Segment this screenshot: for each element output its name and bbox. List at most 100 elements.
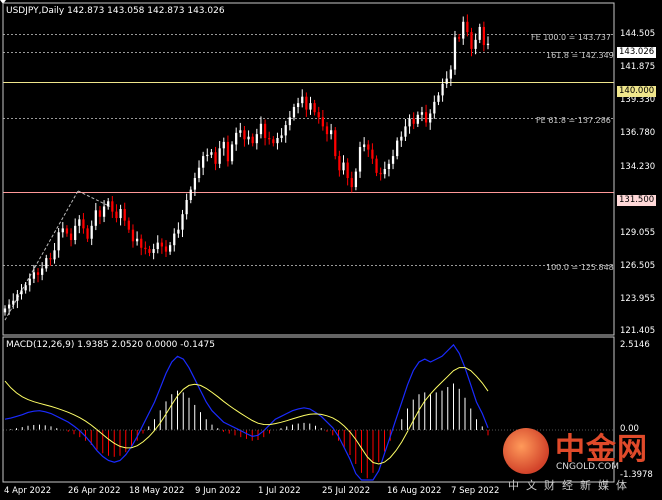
candle-body <box>247 136 250 140</box>
candle-body <box>301 96 304 104</box>
candle-body <box>7 304 11 309</box>
candle-body <box>123 209 126 221</box>
candle-body <box>486 43 490 46</box>
candle-body <box>268 138 271 140</box>
candle-body <box>466 21 469 33</box>
candle-body <box>367 144 370 150</box>
candle-body <box>445 78 448 84</box>
candle-body <box>49 258 52 260</box>
candle-body <box>3 308 7 313</box>
candle-body <box>168 245 172 252</box>
candle-body <box>74 225 77 241</box>
price-tick: 123.955 <box>620 294 656 304</box>
candle-body <box>20 290 23 295</box>
candle-body <box>272 139 275 144</box>
candle-body <box>329 130 333 135</box>
candle-body <box>429 113 432 123</box>
candle-body <box>181 214 184 230</box>
candle-body <box>119 209 122 219</box>
candle-body <box>263 123 267 139</box>
candle-body <box>453 37 457 70</box>
candle-body <box>288 117 291 126</box>
candle-body <box>482 26 486 46</box>
candle-body <box>102 206 106 217</box>
candle-body <box>404 126 407 137</box>
candle-body <box>164 246 168 252</box>
candle-body <box>197 167 201 179</box>
candle-body <box>206 154 209 157</box>
candle-body <box>313 103 316 113</box>
candle-body <box>202 156 205 168</box>
price-tick: 126.505 <box>620 261 656 271</box>
candle-body <box>387 163 391 169</box>
candle-body <box>24 285 27 291</box>
candle-body <box>82 219 85 229</box>
cngold-logo-icon <box>503 428 549 474</box>
candles <box>3 14 490 316</box>
candle-body <box>309 103 312 110</box>
candle-body <box>185 199 188 215</box>
cngold-logo: 中金网 CNGOLD.COM 中文财经新媒体 <box>500 422 660 492</box>
price-tick: 141.875 <box>620 62 656 72</box>
candle-body <box>65 228 69 234</box>
candle-body <box>152 249 155 253</box>
candle-body <box>210 152 213 155</box>
price-tick: 136.780 <box>620 128 656 138</box>
macd-histogram <box>10 383 489 479</box>
candle-body <box>457 37 461 39</box>
candle-body <box>321 117 325 127</box>
time-tick: 7 Sep 2022 <box>451 486 500 496</box>
candle-body <box>78 219 81 226</box>
candle-body <box>156 242 159 250</box>
candle-body <box>424 112 428 123</box>
candle-body <box>396 140 399 157</box>
candle-body <box>144 247 147 250</box>
candle-body <box>412 118 415 124</box>
candle-body <box>90 225 93 239</box>
candle-body <box>239 130 242 133</box>
candle-body <box>342 162 345 171</box>
level-131-tag: 131.500 <box>617 195 657 206</box>
candle-body <box>251 136 254 144</box>
candle-body <box>45 258 48 269</box>
fibo-trendline <box>4 190 79 321</box>
logo-slogan: 中文财经新媒体 <box>508 479 634 492</box>
candle-body <box>276 138 279 144</box>
candle-body <box>354 171 358 188</box>
candle-body <box>32 272 36 279</box>
candle-body <box>61 228 64 233</box>
candle-body <box>437 95 440 102</box>
chart-frame <box>2 2 615 483</box>
candle-body <box>379 172 382 175</box>
candle-body <box>135 238 139 242</box>
candle-body <box>160 242 164 247</box>
fibo-trendline <box>77 190 111 207</box>
candle-body <box>350 178 353 188</box>
candle-body <box>420 112 424 115</box>
candle-body <box>53 250 56 260</box>
candle-body <box>226 141 230 162</box>
candle-body <box>28 278 31 286</box>
candle-body <box>375 158 378 173</box>
candle-body <box>284 125 287 136</box>
fe161-label: 161.8 = 142.349 <box>546 51 614 60</box>
candle-body <box>193 178 197 190</box>
candle-body <box>16 294 19 301</box>
candle-body <box>391 156 395 164</box>
price-tick: 144.505 <box>620 29 656 39</box>
price-tick: 121.405 <box>620 326 656 336</box>
candle-body <box>230 144 234 162</box>
candle-body <box>98 210 102 217</box>
candle-body <box>111 201 114 212</box>
candle-body <box>334 130 337 157</box>
candle-body <box>338 156 341 171</box>
candle-body <box>127 220 130 230</box>
candle-body <box>371 149 374 159</box>
candle-body <box>69 233 73 241</box>
candle-body <box>346 162 349 179</box>
candle-body <box>408 118 411 127</box>
time-tick: 1 Jul 2022 <box>258 486 301 496</box>
macd-signal-line <box>4 367 489 465</box>
time-tick: 26 Apr 2022 <box>68 486 121 496</box>
candle-body <box>292 107 296 118</box>
